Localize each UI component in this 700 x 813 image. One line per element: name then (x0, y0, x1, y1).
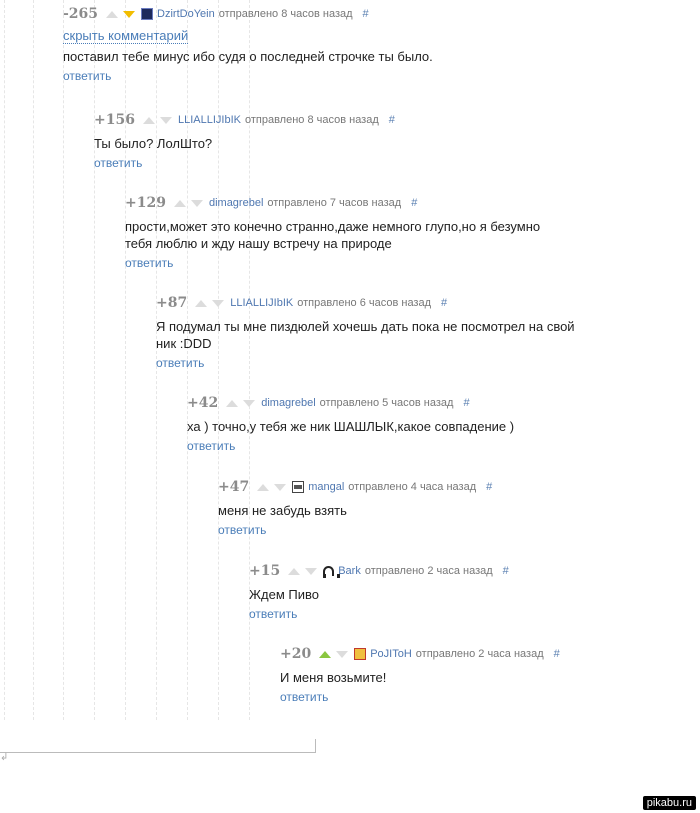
comment: +20 PoJIToH отправлено 2 часа назад # И … (280, 646, 700, 705)
comment-author[interactable]: LLIALLIJIbIK (230, 297, 293, 309)
comment-text: ха ) точно,у тебя же ник ШАШЛЫК,какое со… (187, 419, 515, 434)
comment-author[interactable]: mangal (308, 481, 344, 493)
comment-timestamp: отправлено 8 часов назад (244, 114, 379, 126)
comment-timestamp: отправлено 6 часов назад (297, 297, 432, 309)
comment-rating: +47 (218, 479, 250, 495)
reply-link[interactable]: ответить (156, 356, 204, 370)
comment: +129 dimagrebel отправлено 7 часов назад… (125, 195, 565, 271)
comment: +42 dimagrebel отправлено 5 часов назад … (187, 395, 627, 454)
comment: +15 Bark отправлено 2 часа назад # Ждем … (249, 563, 689, 622)
comment-timestamp: отправлено 2 часа назад (364, 565, 493, 577)
reply-link[interactable]: ответить (187, 439, 235, 453)
comment-text: меня не забудь взять (218, 503, 347, 518)
headphones-avatar-icon (323, 566, 341, 578)
grill-avatar-icon (292, 481, 305, 493)
downvote-icon[interactable] (243, 399, 256, 407)
comment: -265 DzirtDoYein отправлено 8 часов наза… (63, 6, 503, 84)
comment: +156 LLIALLIJIbIK отправлено 8 часов наз… (94, 112, 534, 171)
comment-permalink[interactable]: # (554, 648, 560, 660)
comment-rating: +15 (249, 563, 281, 579)
comment-header: -265 DzirtDoYein отправлено 8 часов наза… (63, 6, 503, 22)
downvote-icon[interactable] (305, 567, 318, 575)
hide-comment-link[interactable]: скрыть комментарий (63, 29, 189, 44)
upvote-icon[interactable] (257, 483, 270, 491)
comment-rating: +42 (187, 395, 219, 411)
reply-link[interactable]: ответить (63, 69, 111, 83)
comment-text: поставил тебе минус ибо судя о последней… (63, 49, 433, 64)
thread-line (33, 0, 34, 720)
comment: +47 mangal отправлено 4 часа назад # мен… (218, 479, 658, 538)
downvote-icon[interactable] (159, 116, 172, 124)
comment-header: +42 dimagrebel отправлено 5 часов назад … (187, 395, 627, 411)
comment-rating: -265 (63, 6, 99, 22)
comment-header: +20 PoJIToH отправлено 2 часа назад # (280, 646, 700, 662)
comment-permalink[interactable]: # (363, 8, 369, 20)
watermark: pikabu.ru (642, 796, 696, 810)
comment-rating: +87 (156, 295, 188, 311)
downvote-icon[interactable] (190, 199, 203, 207)
comment-text: И меня возьмите! (280, 670, 387, 685)
upvote-icon[interactable] (173, 199, 186, 207)
comment-text: Ждем Пиво (249, 587, 319, 602)
comment-header: +47 mangal отправлено 4 часа назад # (218, 479, 658, 495)
cartoon-avatar-icon (354, 648, 367, 660)
thread-line (125, 0, 126, 720)
reply-link[interactable]: ответить (94, 156, 142, 170)
upvote-icon[interactable] (288, 567, 301, 575)
upvote-icon[interactable] (106, 10, 119, 18)
comment-text: Я подумал ты мне пиздюлей хочешь дать по… (156, 319, 575, 351)
comment-rating: +20 (280, 646, 312, 662)
upvote-icon[interactable] (319, 650, 332, 658)
upvote-icon[interactable] (226, 399, 239, 407)
comment-permalink[interactable]: # (441, 297, 447, 309)
upvote-icon[interactable] (142, 116, 155, 124)
comment-permalink[interactable]: # (463, 397, 469, 409)
thread-line (94, 0, 95, 720)
comment-header: +15 Bark отправлено 2 часа назад # (249, 563, 689, 579)
reply-link[interactable]: ответить (218, 523, 266, 537)
comment-author[interactable]: PoJIToH (370, 648, 412, 660)
comment-permalink[interactable]: # (486, 481, 492, 493)
comment-author[interactable]: Bark (338, 565, 361, 577)
comment-author[interactable]: dimagrebel (261, 397, 315, 409)
downvote-icon[interactable] (336, 650, 349, 658)
comment-rating: +156 (94, 112, 135, 128)
comment-permalink[interactable]: # (389, 114, 395, 126)
downvote-icon[interactable] (274, 483, 287, 491)
thread-line (4, 0, 5, 720)
comment-timestamp: отправлено 2 часа назад (415, 648, 544, 660)
night-sky-avatar-icon (141, 8, 154, 20)
comment-permalink[interactable]: # (503, 565, 509, 577)
comment-header: +87 LLIALLIJIbIK отправлено 6 часов наза… (156, 295, 596, 311)
screenshot-frame-edge (0, 739, 316, 753)
downvote-icon[interactable] (212, 299, 225, 307)
comment-text: Ты было? ЛолШто? (94, 136, 213, 151)
comment-author[interactable]: DzirtDoYein (157, 8, 215, 20)
comment-rating: +129 (125, 195, 166, 211)
comment-author[interactable]: dimagrebel (209, 197, 263, 209)
thread-line (63, 0, 64, 720)
reply-link[interactable]: ответить (280, 690, 328, 704)
comment-header: +156 LLIALLIJIbIK отправлено 8 часов наз… (94, 112, 534, 128)
comment-header: +129 dimagrebel отправлено 7 часов назад… (125, 195, 565, 211)
upvote-icon[interactable] (195, 299, 208, 307)
comment-timestamp: отправлено 4 часа назад (348, 481, 477, 493)
comment-permalink[interactable]: # (411, 197, 417, 209)
comment-text: прости,может это конечно странно,даже не… (125, 219, 541, 251)
reply-link[interactable]: ответить (125, 256, 173, 270)
comment-timestamp: отправлено 8 часов назад (218, 8, 353, 20)
comment-author[interactable]: LLIALLIJIbIK (178, 114, 241, 126)
comment: +87 LLIALLIJIbIK отправлено 6 часов наза… (156, 295, 596, 371)
comment-timestamp: отправлено 5 часов назад (319, 397, 454, 409)
reply-link[interactable]: ответить (249, 607, 297, 621)
comment-timestamp: отправлено 7 часов назад (267, 197, 402, 209)
corner-arrow-icon: ↲ (0, 752, 9, 763)
downvote-icon[interactable] (123, 10, 136, 18)
